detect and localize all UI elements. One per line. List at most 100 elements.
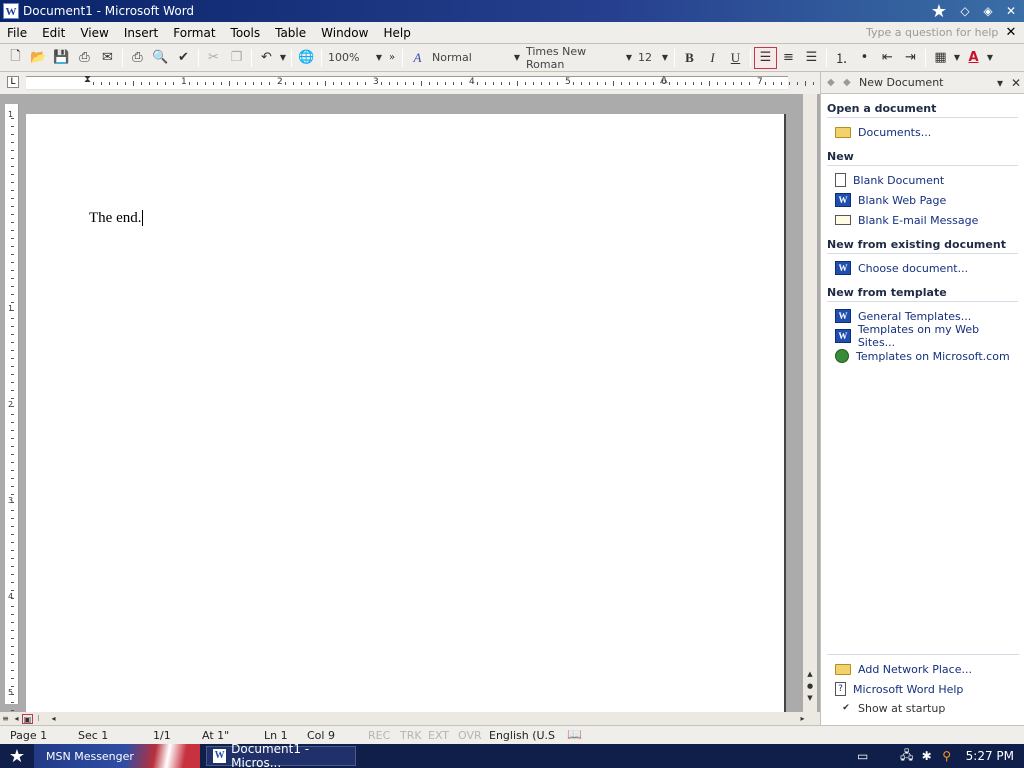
toolbar-options-icon[interactable]: »	[385, 47, 399, 69]
horizontal-ruler[interactable]: ⧗ 1 2 3 4 5 △ 6 7	[26, 74, 846, 90]
link-add-network-place[interactable]: Add Network Place...	[827, 659, 1019, 679]
link-blank-web-page[interactable]: W Blank Web Page	[827, 190, 1018, 210]
next-page-icon[interactable]: ▼	[803, 694, 817, 706]
network-icon[interactable]: 🖧	[898, 746, 916, 767]
permission-icon[interactable]: ⎙	[73, 47, 96, 69]
ask-question-input[interactable]: Type a question for help	[862, 25, 1002, 41]
system-tray: ▭ 🖧 ✱ ⚲ 5:27 PM	[852, 744, 1024, 768]
ruler-tick	[413, 82, 414, 85]
menu-view[interactable]: View	[73, 26, 116, 40]
undo-icon[interactable]: ↶	[255, 47, 278, 69]
task-pane-close-icon[interactable]: ✕	[1008, 76, 1024, 90]
copy-icon[interactable]: ❐	[225, 47, 248, 69]
close-window-button[interactable]: ✕	[1001, 2, 1021, 20]
menu-window[interactable]: Window	[314, 26, 376, 40]
task-pane-menu-icon[interactable]: ▾	[992, 76, 1008, 90]
ruler-tick	[557, 82, 558, 85]
start-star-icon[interactable]: ★	[0, 744, 34, 768]
scroll-right-icon[interactable]: ▸	[797, 714, 808, 724]
menu-help[interactable]: Help	[376, 26, 418, 40]
spelling-status-icon[interactable]: 📖	[567, 727, 582, 741]
outline-view-icon[interactable]: ⁝	[33, 714, 44, 724]
numbering-icon[interactable]: ⒈	[830, 47, 853, 69]
borders-dropdown-icon[interactable]: ▼	[952, 47, 962, 69]
ruler-number: 1	[181, 77, 187, 87]
ruler-tick	[437, 82, 438, 85]
forward-icon[interactable]: ◆	[843, 77, 859, 88]
horizontal-scrollbar[interactable]: ≡ ◂ ▣ ⁝ ◂ ▸	[0, 712, 820, 725]
menu-tools[interactable]: Tools	[224, 26, 269, 40]
normal-view-icon[interactable]: ≡	[0, 714, 11, 724]
save-icon[interactable]: 💾	[50, 47, 73, 69]
restore-button[interactable]: ◈	[978, 2, 998, 20]
font-size-select[interactable]: 12 ▼	[635, 48, 671, 68]
status-trk[interactable]: TRK	[400, 729, 422, 742]
document-text[interactable]: The end.	[89, 210, 144, 227]
back-icon[interactable]: ◆	[827, 77, 843, 88]
link-blank-document[interactable]: Blank Document	[827, 170, 1018, 190]
menu-file[interactable]: File	[0, 26, 35, 40]
sync-icon[interactable]: ✱	[918, 749, 936, 763]
keyboard-icon[interactable]: ▭	[854, 749, 872, 763]
web-layout-icon[interactable]: ◂	[11, 714, 22, 724]
scroll-left-icon[interactable]: ◂	[48, 714, 59, 724]
style-select[interactable]: Normal ▼	[429, 48, 523, 68]
styles-formatting-icon[interactable]: A	[406, 47, 429, 69]
vertical-scrollbar[interactable]: ▲ ● ▼	[803, 94, 817, 712]
messenger-task-button[interactable]: MSN Messenger	[34, 744, 200, 768]
document-page[interactable]: The end.	[26, 114, 786, 714]
borders-icon[interactable]: ▦	[929, 47, 952, 69]
previous-page-icon[interactable]: ▲	[803, 670, 817, 682]
status-language[interactable]: English (U.S	[489, 729, 555, 742]
email-icon[interactable]: ✉	[96, 47, 119, 69]
font-color-icon[interactable]: A	[962, 47, 985, 69]
new-document-icon[interactable]: 🗋	[4, 47, 27, 69]
link-blank-email[interactable]: Blank E-mail Message	[827, 210, 1018, 230]
hyperlink-globe-icon[interactable]: 🌐	[295, 47, 318, 69]
toolbar-separator	[402, 48, 403, 67]
undo-dropdown-icon[interactable]: ▼	[278, 47, 288, 69]
link-templates-microsoft[interactable]: Templates on Microsoft.com	[827, 346, 1018, 366]
tab-selector-icon[interactable]: L	[7, 76, 19, 88]
status-ovr[interactable]: OVR	[458, 729, 482, 742]
link-word-help[interactable]: ? Microsoft Word Help	[827, 679, 1019, 699]
status-ext[interactable]: EXT	[428, 729, 449, 742]
spelling-icon[interactable]: ✔	[172, 47, 195, 69]
print-layout-icon[interactable]: ▣	[22, 713, 33, 724]
font-color-dropdown-icon[interactable]: ▼	[985, 47, 995, 69]
print-preview-icon[interactable]: 🔍	[149, 47, 172, 69]
bullets-icon[interactable]: •	[853, 47, 876, 69]
menu-insert[interactable]: Insert	[117, 26, 166, 40]
minimize-button[interactable]: ◇	[955, 2, 975, 20]
print-icon[interactable]: ⎙	[126, 47, 149, 69]
vertical-ruler[interactable]: 1 1 2 3 4 5	[5, 104, 19, 711]
cut-icon[interactable]: ✂	[202, 47, 225, 69]
first-line-indent-icon[interactable]: ⧗	[84, 74, 91, 85]
open-folder-icon[interactable]: 📂	[27, 47, 50, 69]
align-center-icon[interactable]: ≡	[777, 47, 800, 69]
bold-button[interactable]: B	[678, 47, 701, 69]
menu-table[interactable]: Table	[268, 26, 314, 40]
ruler-tick	[637, 82, 638, 85]
ruler-tick	[813, 82, 814, 85]
status-rec[interactable]: REC	[368, 729, 390, 742]
link-documents[interactable]: Documents...	[827, 122, 1018, 142]
font-select[interactable]: Times New Roman ▼	[523, 45, 635, 71]
increase-indent-icon[interactable]: ⇥	[899, 47, 922, 69]
menu-format[interactable]: Format	[166, 26, 223, 40]
align-left-icon[interactable]: ☰	[754, 46, 777, 69]
menu-edit[interactable]: Edit	[35, 26, 73, 40]
browse-object-icon[interactable]: ●	[803, 682, 817, 694]
show-at-startup-checkbox[interactable]: ✔ Show at startup	[827, 699, 1019, 717]
align-right-icon[interactable]: ☰	[800, 47, 823, 69]
zoom-select[interactable]: 100% ▼	[325, 48, 385, 68]
link-templates-web-sites[interactable]: W Templates on my Web Sites...	[827, 323, 1018, 349]
search-icon[interactable]: ⚲	[938, 749, 956, 763]
link-choose-document[interactable]: W Choose document...	[827, 258, 1018, 278]
decrease-indent-icon[interactable]: ⇤	[876, 47, 899, 69]
word-task-button[interactable]: W Document1 - Micros...	[206, 742, 356, 768]
word-app-icon[interactable]: W	[3, 3, 19, 19]
underline-button[interactable]: U	[724, 47, 747, 69]
italic-button[interactable]: I	[701, 47, 724, 69]
close-document-icon[interactable]: ✕	[1002, 25, 1020, 40]
